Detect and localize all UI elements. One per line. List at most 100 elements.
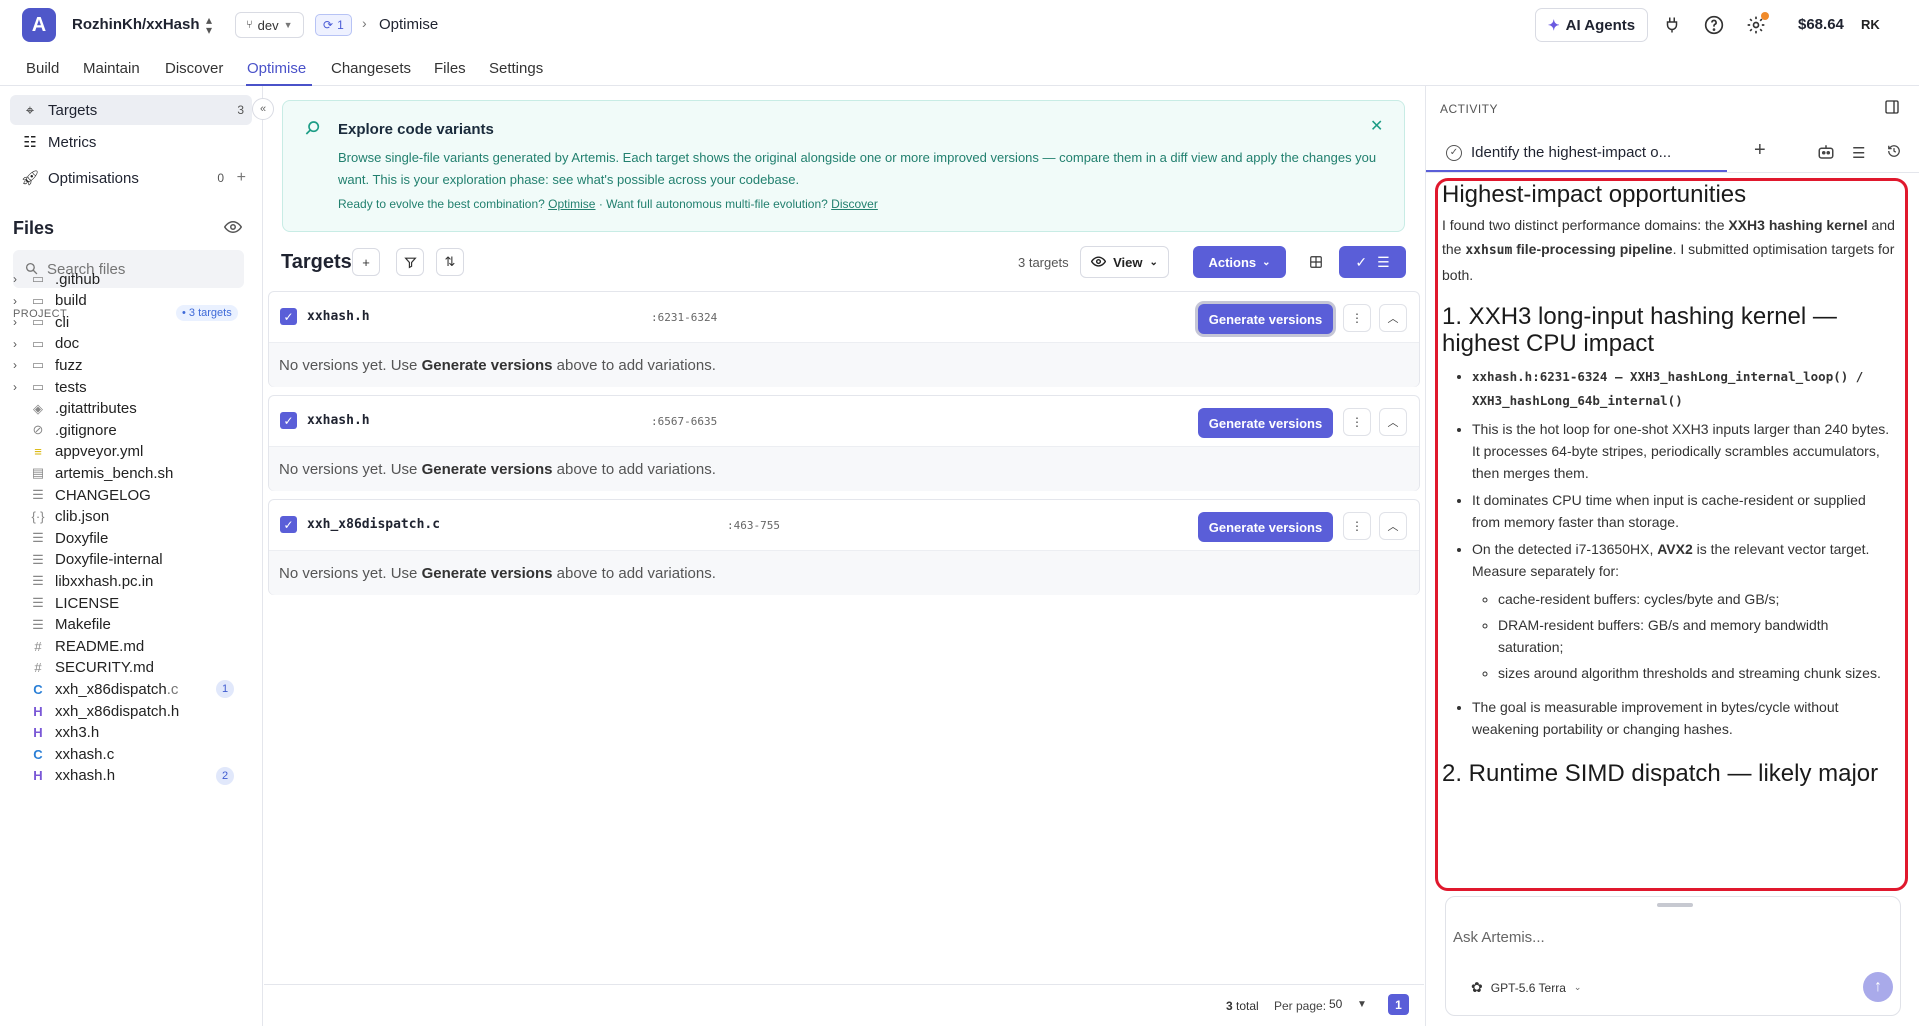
- chevron-right-icon[interactable]: ›: [13, 315, 27, 329]
- target-checkbox[interactable]: ✓: [280, 412, 297, 429]
- chevron-up-icon[interactable]: ︿: [1379, 408, 1407, 436]
- branch-selector[interactable]: ⑂ dev ▼: [235, 12, 304, 38]
- folder-item[interactable]: › ▭ fuzz: [13, 354, 244, 376]
- drag-handle[interactable]: [1657, 903, 1693, 907]
- panel-toggle-icon[interactable]: [1884, 99, 1900, 118]
- more-options-icon[interactable]: ⋮: [1343, 304, 1371, 332]
- file-name: .gitignore: [55, 421, 117, 439]
- gear-icon[interactable]: [1744, 12, 1769, 37]
- eye-icon[interactable]: [223, 220, 243, 238]
- tab-build[interactable]: Build: [26, 60, 59, 77]
- help-icon[interactable]: [1702, 13, 1726, 37]
- target-checkbox[interactable]: ✓: [280, 308, 297, 325]
- history-icon[interactable]: [1887, 144, 1901, 162]
- ask-artemis-box[interactable]: [1445, 896, 1901, 1016]
- intro-bold: XXH3 hashing kernel: [1728, 217, 1868, 233]
- folder-item[interactable]: › ▭ tests: [13, 376, 244, 398]
- optimise-link[interactable]: Optimise: [548, 197, 595, 211]
- generate-versions-button[interactable]: Generate versions: [1198, 304, 1333, 334]
- select-all-button[interactable]: ✓ ☰: [1339, 246, 1406, 278]
- add-optimisation-icon[interactable]: +: [237, 169, 246, 187]
- target-card-body: No versions yet. Use Generate versions a…: [269, 342, 1419, 387]
- chevron-up-icon[interactable]: ︿: [1379, 512, 1407, 540]
- plug-icon[interactable]: [1660, 13, 1684, 37]
- file-item[interactable]: ☰ libxxhash.pc.in: [13, 570, 244, 592]
- folder-item[interactable]: › ▭ .github: [13, 268, 244, 290]
- sync-badge[interactable]: ⟳ 1: [315, 14, 352, 36]
- model-selector[interactable]: ✿ GPT-5.6 Terra ⌄: [1471, 979, 1581, 996]
- empty-versions-message: No versions yet. Use Generate versions a…: [279, 565, 716, 582]
- file-item[interactable]: ☰ Doxyfile-internal: [13, 549, 244, 571]
- folder-item[interactable]: › ▭ cli: [13, 311, 244, 333]
- file-item[interactable]: ▤ artemis_bench.sh: [13, 462, 244, 484]
- more-options-icon[interactable]: ⋮: [1343, 512, 1371, 540]
- per-page-select[interactable]: 50: [1329, 997, 1342, 1011]
- avatar[interactable]: RK: [1861, 17, 1880, 32]
- file-item[interactable]: # SECURITY.md: [13, 657, 244, 679]
- chevron-right-icon[interactable]: ›: [13, 358, 27, 372]
- ai-agents-button[interactable]: ✦ AI Agents: [1535, 8, 1648, 42]
- chevron-right-icon[interactable]: ›: [13, 380, 27, 394]
- chevron-right-icon[interactable]: ›: [13, 337, 27, 351]
- list-icon[interactable]: ☰: [1852, 144, 1865, 162]
- tab-changesets[interactable]: Changesets: [331, 60, 411, 77]
- repo-switch-icon[interactable]: ▴ ▾: [206, 14, 212, 36]
- new-chat-icon[interactable]: +: [1754, 139, 1766, 162]
- robot-icon[interactable]: [1817, 144, 1835, 164]
- file-item[interactable]: Hxxh3.h: [13, 722, 244, 744]
- folder-item[interactable]: › ▭ build: [13, 290, 244, 312]
- file-item[interactable]: {·} clib.json: [13, 506, 244, 528]
- chevron-up-icon[interactable]: ︿: [1379, 304, 1407, 332]
- ask-input[interactable]: Ask Artemis...: [1453, 929, 1545, 946]
- view-dropdown[interactable]: View ⌄: [1080, 246, 1169, 278]
- file-item[interactable]: ☰ Doxyfile: [13, 527, 244, 549]
- tab-maintain[interactable]: Maintain: [83, 60, 140, 77]
- sidebar-item-metrics[interactable]: ☷ Metrics: [10, 127, 252, 157]
- file-item[interactable]: ◈ .gitattributes: [13, 398, 244, 420]
- chevron-right-icon[interactable]: ›: [13, 272, 27, 286]
- file-item[interactable]: ☰ Makefile: [13, 614, 244, 636]
- file-item[interactable]: Cxxh_x86dispatch .c 1: [13, 678, 244, 700]
- more-options-icon[interactable]: ⋮: [1343, 408, 1371, 436]
- variant-count-badge: 2: [216, 766, 234, 785]
- sidebar-item-optimisations[interactable]: 🚀︎ Optimisations 0 +: [10, 163, 252, 193]
- chat-tab[interactable]: ✓ Identify the highest-impact o...: [1426, 135, 1727, 172]
- variant-count-badge: 1: [216, 680, 234, 699]
- discover-link[interactable]: Discover: [831, 197, 878, 211]
- file-item[interactable]: ≡ appveyor.yml: [13, 441, 244, 463]
- file-item[interactable]: Cxxhash.c: [13, 743, 244, 765]
- collapse-sidebar-button[interactable]: «: [252, 98, 274, 120]
- tab-files[interactable]: Files: [434, 60, 466, 77]
- tab-settings[interactable]: Settings: [489, 60, 543, 77]
- send-button[interactable]: ↑: [1863, 972, 1893, 1002]
- file-item[interactable]: ☰ CHANGELOG: [13, 484, 244, 506]
- actions-dropdown[interactable]: Actions ⌄: [1193, 246, 1286, 278]
- grid-view-icon[interactable]: [1302, 248, 1330, 276]
- repo-name[interactable]: RozhinKh/xxHash: [72, 16, 200, 33]
- sidebar-item-targets[interactable]: ⌖ Targets 3: [10, 95, 252, 125]
- target-checkbox[interactable]: ✓: [280, 516, 297, 533]
- filter-button[interactable]: [396, 248, 424, 276]
- file-item[interactable]: ⊘ .gitignore: [13, 419, 244, 441]
- tab-optimise[interactable]: Optimise: [247, 60, 306, 77]
- generate-versions-button[interactable]: Generate versions: [1198, 512, 1333, 542]
- page-button-current[interactable]: 1: [1388, 994, 1409, 1015]
- close-icon[interactable]: ✕: [1370, 116, 1383, 136]
- file-item[interactable]: # README.md: [13, 635, 244, 657]
- file-item[interactable]: ☰ LICENSE: [13, 592, 244, 614]
- target-card: ✓ xxhash.h:6231-6324 Generate versions ⋮ ︿ No…: [268, 291, 1420, 387]
- tab-discover[interactable]: Discover: [165, 60, 223, 77]
- app-logo[interactable]: A: [22, 8, 56, 42]
- file-item[interactable]: Hxxh_x86dispatch.h: [13, 700, 244, 722]
- file-name: xxhash.h: [55, 767, 116, 785]
- file-item[interactable]: Hxxhash.h 2: [13, 765, 244, 787]
- header-file-icon: H: [33, 768, 43, 784]
- chevron-down-icon[interactable]: ▼: [1357, 999, 1367, 1010]
- crosshair-icon: ⌖: [25, 101, 35, 119]
- sort-button[interactable]: ⇅: [436, 248, 464, 276]
- folder-item[interactable]: › ▭ doc: [13, 333, 244, 355]
- chevron-right-icon[interactable]: ›: [13, 294, 27, 308]
- target-file: xxhash.h: [307, 309, 370, 324]
- generate-versions-button[interactable]: Generate versions: [1198, 408, 1333, 438]
- add-target-button[interactable]: +: [352, 248, 380, 276]
